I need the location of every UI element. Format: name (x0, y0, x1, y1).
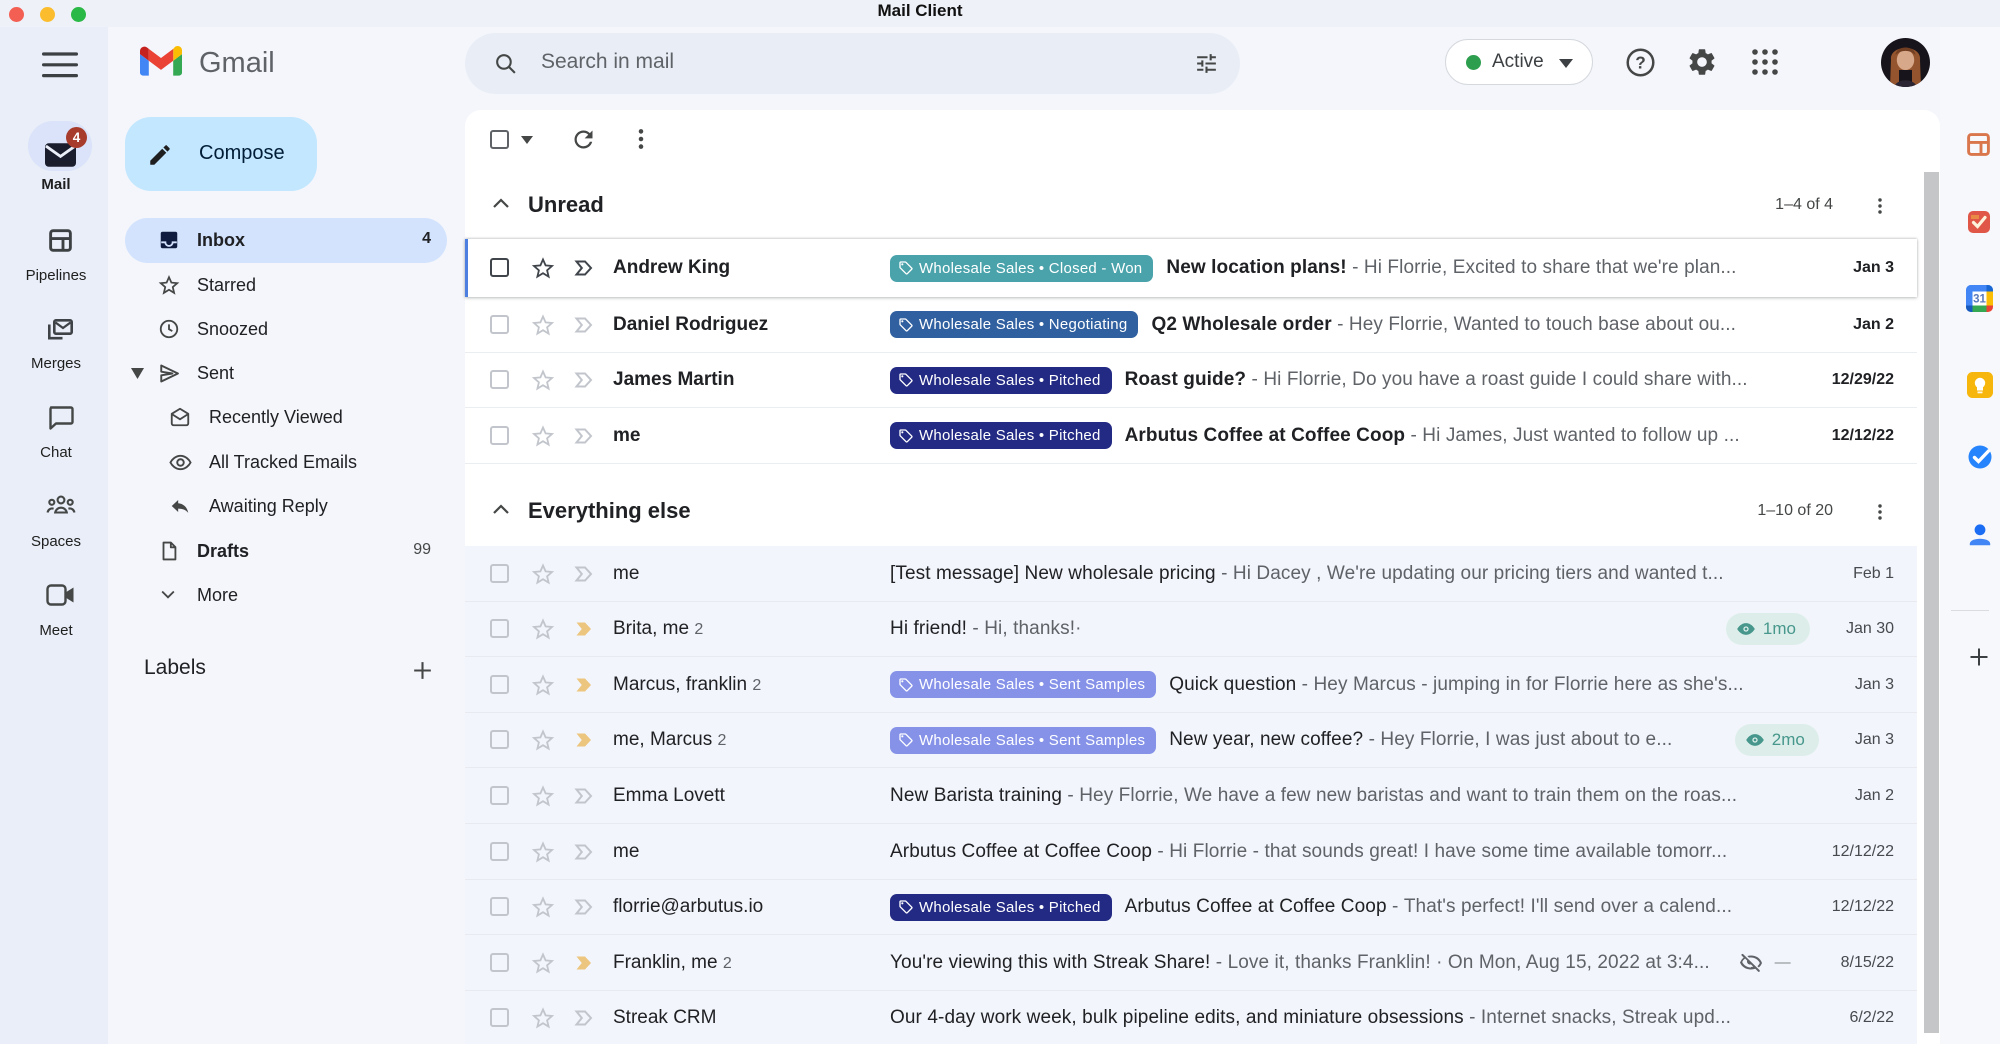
svg-text:?: ? (1635, 52, 1646, 72)
svg-text:31: 31 (1973, 294, 1986, 306)
